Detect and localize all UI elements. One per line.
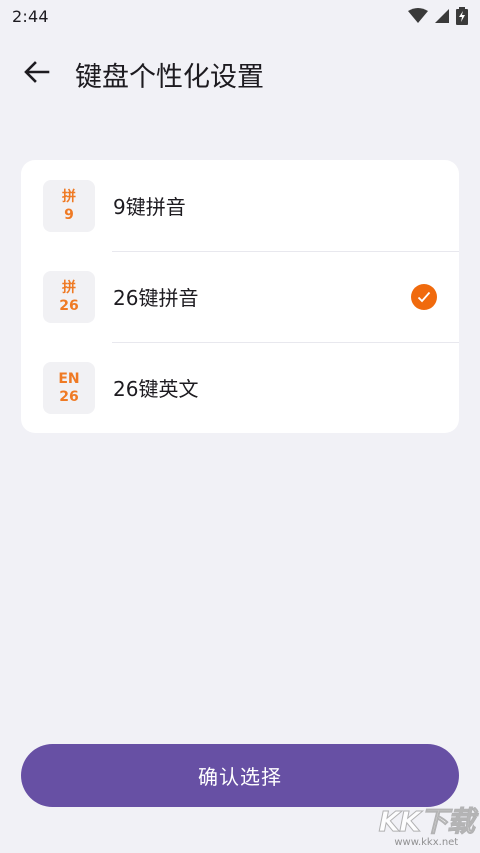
page-title: 键盘个性化设置 — [75, 61, 264, 93]
battery-charging-icon — [456, 7, 468, 25]
option-badge-top: 拼 — [62, 279, 76, 296]
status-icons — [408, 7, 468, 25]
option-26key-pinyin[interactable]: 拼 26 26键拼音 — [21, 251, 459, 342]
wifi-icon — [408, 8, 428, 24]
arrow-left-icon — [24, 61, 50, 87]
option-badge: 拼 26 — [43, 270, 95, 323]
watermark-url: www.kkx.net — [394, 837, 459, 848]
app-bar: 键盘个性化设置 — [0, 44, 480, 104]
option-badge: 拼 9 — [43, 179, 95, 232]
option-26key-english[interactable]: EN 26 26键英文 — [21, 342, 459, 433]
option-label: 9键拼音 — [113, 195, 186, 219]
option-label: 26键英文 — [113, 377, 199, 401]
back-button[interactable] — [13, 50, 61, 98]
check-icon — [411, 283, 437, 310]
option-9key-pinyin[interactable]: 拼 9 9键拼音 — [21, 160, 459, 251]
watermark: KK下载 www.kkx.net — [378, 805, 475, 849]
option-badge-bottom: 26 — [59, 388, 79, 405]
option-badge-bottom: 9 — [64, 206, 74, 223]
signal-icon — [434, 8, 450, 24]
option-label: 26键拼音 — [113, 286, 199, 310]
keyboard-options-card: 拼 9 9键拼音 拼 26 26键拼音 EN 26 26键英文 — [21, 160, 459, 433]
confirm-button[interactable]: 确认选择 — [21, 744, 459, 807]
watermark-logo: KK下载 — [378, 805, 475, 838]
status-time: 2:44 — [12, 6, 49, 26]
option-badge-top: 拼 — [62, 188, 76, 205]
option-badge: EN 26 — [43, 361, 95, 414]
option-badge-top: EN — [58, 370, 80, 387]
status-bar: 2:44 — [0, 0, 480, 32]
option-badge-bottom: 26 — [59, 297, 79, 314]
